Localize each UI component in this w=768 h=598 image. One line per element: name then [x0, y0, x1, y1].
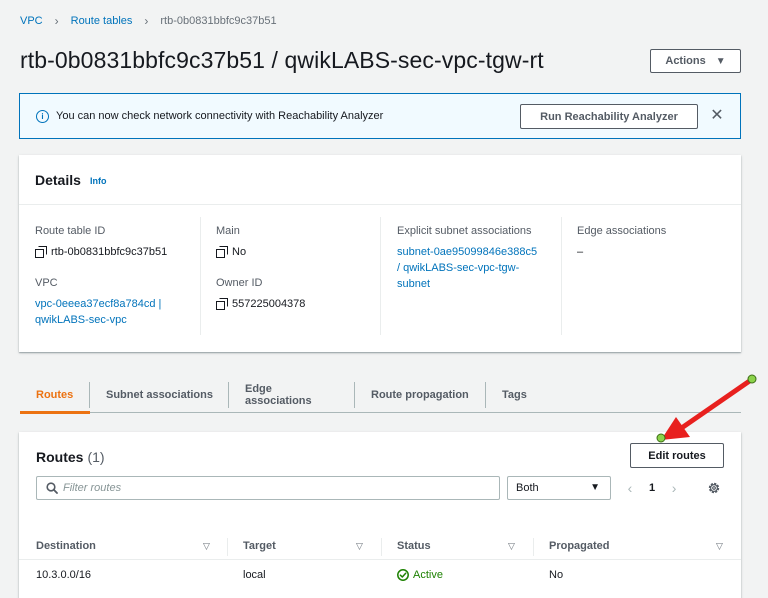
page-title: rtb-0b0831bbfc9c37b51 / qwikLABS-sec-vpc…: [20, 47, 544, 73]
column-target[interactable]: Target ▽: [243, 532, 373, 560]
edge-associations-label: Edge associations: [577, 225, 667, 237]
main-label: Main: [216, 225, 240, 237]
tab-bar: Routes Subnet associations Edge associat…: [20, 377, 741, 414]
page-number[interactable]: 1: [649, 482, 655, 494]
filter-routes-field[interactable]: [36, 476, 500, 500]
details-header: Details Info: [19, 155, 741, 205]
caret-down-icon: ▼: [590, 482, 600, 493]
status-value: Active: [413, 569, 443, 581]
tab-route-propagation[interactable]: Route propagation: [355, 377, 486, 413]
info-icon: i: [36, 110, 49, 123]
destination-cell: 10.3.0.0/16: [36, 569, 92, 581]
routes-panel: Routes(1) Edit routes Both ▼ ‹ 1 › Desti…: [19, 432, 741, 598]
column-divider: [561, 217, 562, 335]
tab-tags-label: Tags: [502, 389, 527, 401]
copy-icon[interactable]: [216, 246, 228, 258]
breadcrumb: VPC › Route tables › rtb-0b0831bbfc9c37b…: [20, 14, 277, 28]
tab-edge-associations[interactable]: Edge associations: [229, 377, 355, 413]
tab-tags[interactable]: Tags: [486, 377, 546, 413]
routes-count: (1): [87, 449, 105, 465]
edge-associations-field: Edge associations –: [577, 225, 666, 260]
chevron-right-icon[interactable]: ›: [667, 480, 681, 496]
route-table-id-label: Route table ID: [35, 225, 106, 237]
subnet-link[interactable]: subnet-0ae95099846e388c5 / qwikLABS-sec-…: [397, 244, 537, 292]
owner-id-field: Owner ID 557225004378: [216, 277, 305, 312]
column-destination-label: Destination: [36, 540, 96, 552]
subnet-link-line1: subnet-0ae95099846e388c5: [397, 246, 538, 258]
explicit-subnet-field: Explicit subnet associations subnet-0ae9…: [397, 225, 537, 292]
column-divider: [380, 217, 381, 335]
tab-route-propagation-label: Route propagation: [371, 389, 469, 401]
vpc-label: VPC: [35, 277, 58, 289]
propagation-filter-select[interactable]: Both ▼: [507, 476, 611, 500]
routes-title-text: Routes: [36, 449, 84, 465]
column-status-label: Status: [397, 540, 431, 552]
check-circle-icon: [397, 569, 409, 581]
chevron-left-icon[interactable]: ‹: [623, 480, 637, 496]
edge-associations-value: –: [577, 246, 584, 258]
tab-routes-label: Routes: [36, 389, 74, 401]
sort-icon[interactable]: ▽: [356, 541, 363, 552]
tab-subnet-associations-label: Subnet associations: [106, 389, 213, 401]
details-info-link[interactable]: Info: [90, 176, 107, 186]
reachability-banner: i You can now check network connectivity…: [19, 93, 741, 139]
sort-icon[interactable]: ▽: [203, 541, 210, 552]
actions-label: Actions: [665, 55, 706, 67]
main-value: No: [232, 246, 247, 258]
tab-routes[interactable]: Routes: [20, 377, 90, 414]
column-divider: [227, 538, 228, 556]
breadcrumb-route-tables[interactable]: Route tables: [71, 15, 133, 27]
actions-button[interactable]: Actions ▼: [650, 49, 741, 73]
column-divider: [381, 538, 382, 556]
sort-icon[interactable]: ▽: [508, 541, 515, 552]
subnet-link-line3: subnet: [397, 278, 431, 290]
gear-icon[interactable]: [707, 481, 721, 495]
filter-routes-input[interactable]: [63, 479, 493, 497]
copy-icon[interactable]: [35, 246, 47, 258]
details-panel: Details Info Route table ID rtb-0b0831bb…: [19, 155, 741, 352]
copy-icon[interactable]: [216, 298, 228, 310]
breadcrumb-current: rtb-0b0831bbfc9c37b51: [160, 15, 277, 27]
breadcrumb-vpc[interactable]: VPC: [20, 15, 43, 27]
propagated-cell: No: [549, 569, 564, 581]
tab-edge-associations-label: Edge associations: [245, 383, 312, 407]
main-field: Main No: [216, 225, 246, 260]
route-table-id-field: Route table ID rtb-0b0831bbfc9c37b51: [35, 225, 167, 260]
vpc-link[interactable]: vpc-0eeea37ecf8a784cd | qwikLABS-sec-vpc: [35, 296, 161, 328]
select-value: Both: [516, 482, 539, 494]
sort-icon[interactable]: ▽: [716, 541, 723, 552]
details-title: Details: [35, 172, 81, 188]
run-reachability-analyzer-button[interactable]: Run Reachability Analyzer: [520, 104, 698, 129]
vpc-link-line1: vpc-0eeea37ecf8a784cd |: [35, 298, 162, 310]
search-icon: [46, 482, 58, 494]
routes-title: Routes (1): [36, 449, 105, 465]
subnet-link-line2: / qwikLABS-sec-vpc-tgw-: [397, 262, 520, 274]
banner-message: You can now check network connectivity w…: [56, 110, 384, 122]
column-propagated-label: Propagated: [549, 540, 610, 552]
vpc-link-line2: qwikLABS-sec-vpc: [35, 314, 127, 326]
route-table-id-value: rtb-0b0831bbfc9c37b51: [51, 246, 168, 258]
column-divider: [533, 538, 534, 556]
column-propagated[interactable]: Propagated ▽: [549, 532, 729, 560]
caret-down-icon: ▼: [715, 55, 726, 67]
table-row: 10.3.0.0/16 local Active No: [19, 563, 741, 589]
edit-routes-button[interactable]: Edit routes: [630, 443, 724, 468]
owner-id-label: Owner ID: [216, 277, 263, 289]
close-icon[interactable]: ✕: [709, 105, 725, 127]
column-status[interactable]: Status ▽: [397, 532, 527, 560]
owner-id-value: 557225004378: [232, 298, 306, 310]
routes-table-header: Destination ▽ Target ▽ Status ▽ Propagat…: [19, 532, 741, 560]
column-target-label: Target: [243, 540, 276, 552]
column-destination[interactable]: Destination ▽: [36, 532, 216, 560]
status-cell: Active: [397, 569, 443, 581]
chevron-right-icon: ›: [144, 14, 149, 28]
vpc-field: VPC vpc-0eeea37ecf8a784cd | qwikLABS-sec…: [35, 277, 161, 328]
target-cell: local: [243, 569, 266, 581]
column-divider: [200, 217, 201, 335]
chevron-right-icon: ›: [54, 14, 59, 28]
pagination: ‹ 1 ›: [623, 476, 681, 500]
explicit-subnet-label: Explicit subnet associations: [397, 225, 532, 237]
tab-subnet-associations[interactable]: Subnet associations: [90, 377, 229, 413]
